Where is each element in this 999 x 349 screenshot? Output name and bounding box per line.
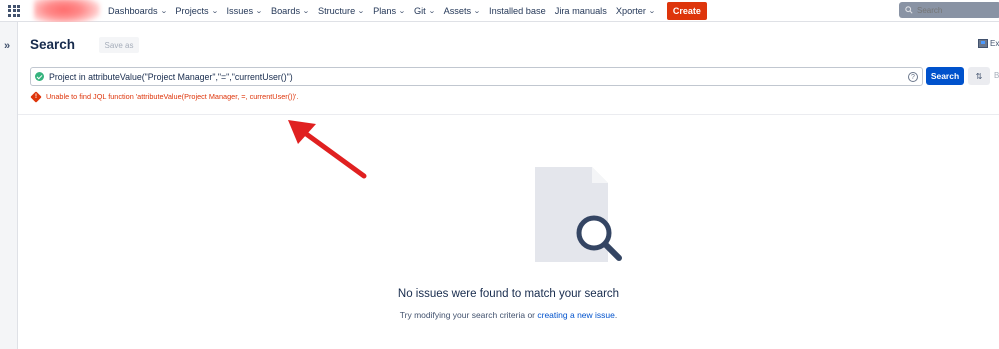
main-content: Search Save as Ex Project in attributeVa… bbox=[18, 22, 999, 349]
chevron-down-icon: ⌄ bbox=[210, 8, 219, 15]
chevron-down-icon: ⌄ bbox=[427, 8, 436, 15]
export-label: Ex bbox=[990, 39, 999, 48]
nav-structure[interactable]: Structure ⌄ bbox=[318, 6, 365, 16]
global-search[interactable] bbox=[899, 2, 999, 18]
app-switcher-button[interactable] bbox=[0, 0, 28, 22]
nav-projects[interactable]: Projects ⌄ bbox=[175, 6, 219, 16]
search-button[interactable]: Search bbox=[926, 67, 964, 85]
chevron-down-icon: ⌄ bbox=[398, 8, 406, 15]
page-title: Search bbox=[30, 37, 76, 52]
nav-assets[interactable]: Assets ⌄ bbox=[444, 6, 481, 16]
empty-state-subtitle-suffix: . bbox=[614, 310, 618, 320]
expand-sidebar-button[interactable]: » bbox=[4, 40, 10, 52]
chevron-down-icon: ⌄ bbox=[357, 8, 365, 15]
top-navigation-bar: Dashboards ⌄ Projects ⌄ Issues ⌄ Boards ⌄ St… bbox=[0, 0, 999, 24]
nav-boards[interactable]: Boards ⌄ bbox=[271, 6, 310, 16]
jql-query-text[interactable]: Project in attributeValue("Project Manag… bbox=[49, 72, 293, 82]
switch-view-button[interactable]: ⇅ bbox=[968, 67, 990, 85]
nav-dashboards[interactable]: Dashboards ⌄ bbox=[108, 6, 168, 16]
nav-jira-manuals[interactable]: Jira manuals bbox=[555, 6, 607, 16]
jql-query-field[interactable]: Project in attributeValue("Project Manag… bbox=[30, 67, 923, 86]
chevron-down-icon: ⌄ bbox=[648, 8, 656, 15]
annotation-arrow-icon bbox=[288, 120, 367, 179]
empty-state-title: No issues were found to match your searc… bbox=[397, 288, 620, 300]
sidebar: » bbox=[0, 22, 18, 349]
switch-icon: ⇅ bbox=[975, 71, 983, 81]
check-circle-icon bbox=[35, 72, 44, 81]
chevron-down-icon: ⌄ bbox=[159, 8, 168, 15]
create-button[interactable]: Create bbox=[666, 2, 707, 20]
export-button[interactable]: Ex bbox=[978, 39, 999, 48]
nav-installed-base[interactable]: Installed base bbox=[489, 6, 546, 16]
grid-icon bbox=[8, 4, 20, 17]
create-new-issue-link[interactable]: creating a new issue bbox=[537, 310, 615, 320]
jql-error-message: ! Unable to find JQL function 'attribute… bbox=[30, 90, 299, 103]
chevron-down-icon: ⌄ bbox=[473, 8, 481, 15]
basic-mode-link[interactable]: B bbox=[994, 71, 999, 80]
nav-git[interactable]: Git ⌄ bbox=[414, 6, 436, 16]
export-icon bbox=[978, 39, 988, 48]
empty-document-search-icon bbox=[535, 167, 622, 262]
empty-state-subtitle-text: Try modifying your search criteria or bbox=[399, 310, 538, 320]
error-text: Unable to find JQL function 'attributeVa… bbox=[46, 92, 299, 101]
error-icon: ! bbox=[30, 90, 42, 103]
blurred-logo[interactable] bbox=[34, 0, 100, 24]
global-search-input[interactable] bbox=[917, 5, 997, 15]
search-icon bbox=[905, 6, 913, 14]
nav-issues[interactable]: Issues ⌄ bbox=[227, 6, 263, 16]
chevron-down-icon: ⌄ bbox=[255, 8, 263, 15]
nav-plans[interactable]: Plans ⌄ bbox=[373, 6, 406, 16]
main-nav: Dashboards ⌄ Projects ⌄ Issues ⌄ Boards ⌄ St… bbox=[108, 0, 707, 22]
chevron-down-icon: ⌄ bbox=[302, 8, 310, 15]
save-as-button[interactable]: Save as bbox=[99, 37, 139, 53]
divider bbox=[18, 114, 999, 115]
help-icon[interactable]: ? bbox=[908, 72, 918, 82]
nav-xporter[interactable]: Xporter ⌄ bbox=[616, 6, 656, 16]
empty-state-subtitle: Try modifying your search criteria or cr… bbox=[18, 310, 999, 320]
